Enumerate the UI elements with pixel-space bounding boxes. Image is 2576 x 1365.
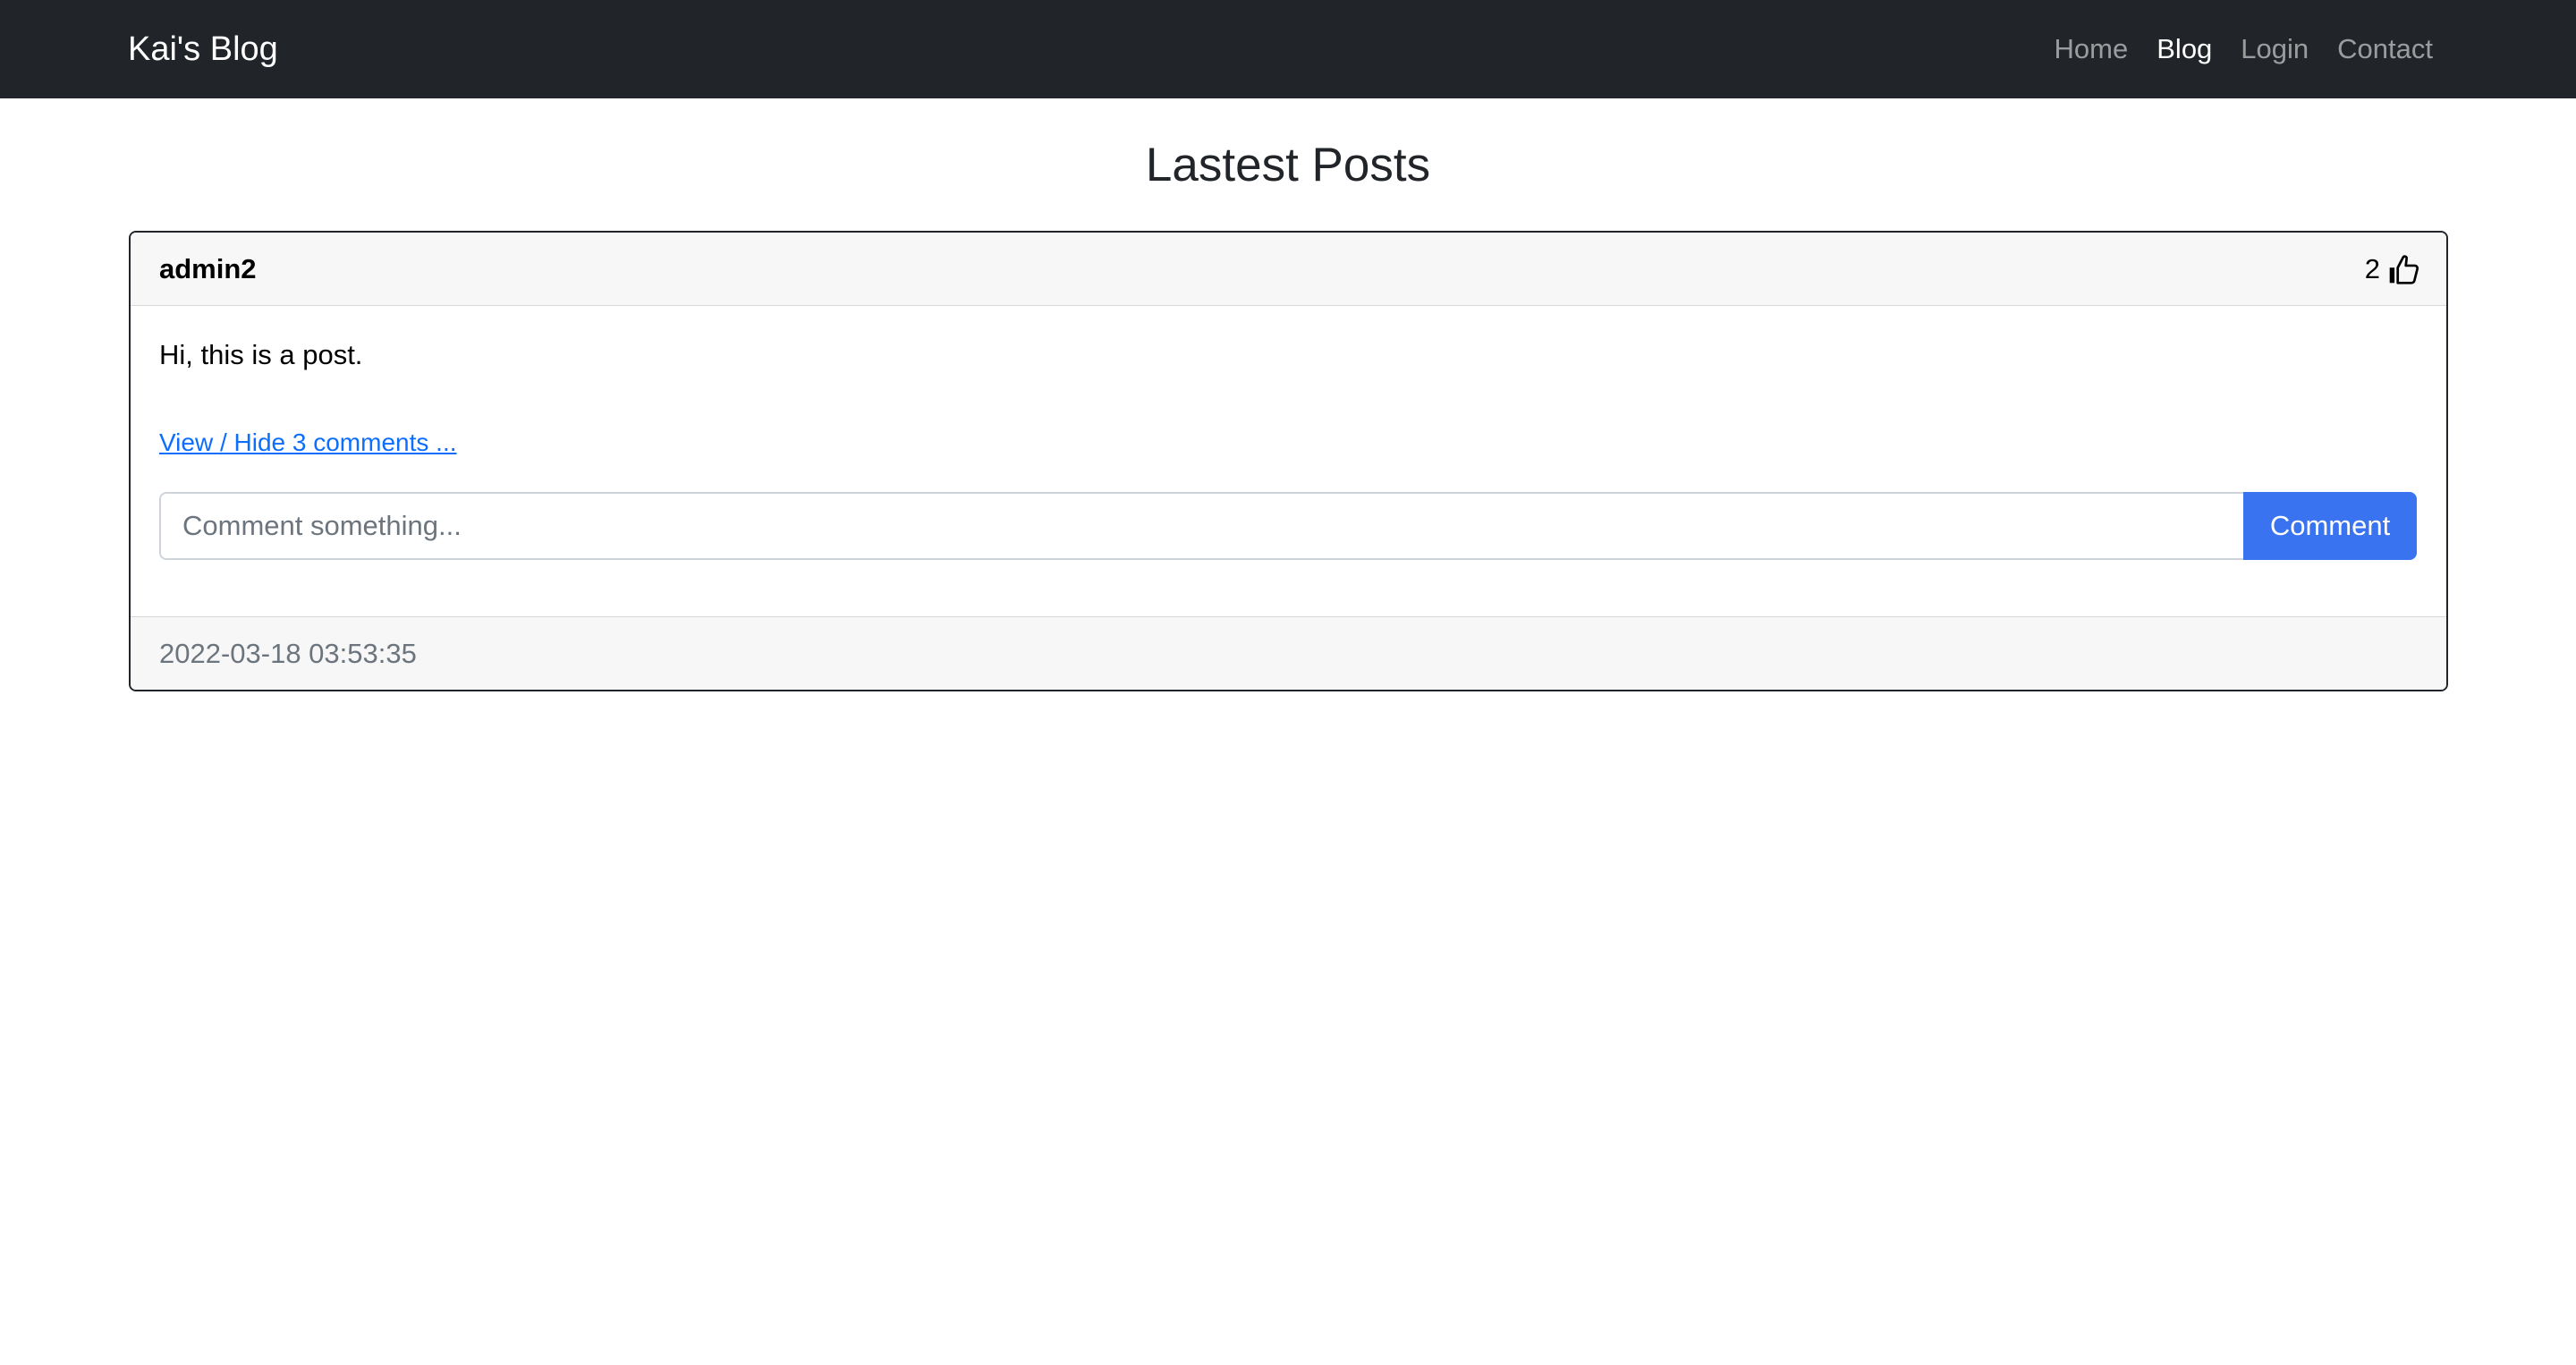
brand-link[interactable]: Kai's Blog bbox=[128, 27, 278, 72]
nav-link-blog[interactable]: Blog bbox=[2157, 33, 2212, 64]
like-count: 2 bbox=[2364, 253, 2380, 284]
top-navbar: Kai's Blog Home Blog Login Contact bbox=[0, 0, 2576, 98]
nav-link-contact[interactable]: Contact bbox=[2337, 33, 2433, 64]
post-card: admin2 2 Hi, this is a post. View / Hide… bbox=[129, 231, 2448, 691]
nav-link-login[interactable]: Login bbox=[2241, 33, 2309, 64]
post-author: admin2 bbox=[159, 253, 257, 284]
comment-input[interactable] bbox=[159, 492, 2243, 560]
nav-item-login: Login bbox=[2241, 27, 2309, 72]
post-card-header: admin2 2 bbox=[131, 233, 2446, 306]
post-body: Hi, this is a post. bbox=[159, 339, 363, 370]
post-card-footer: 2022-03-18 03:53:35 bbox=[131, 616, 2446, 690]
nav-item-contact: Contact bbox=[2337, 27, 2433, 72]
nav-link-home[interactable]: Home bbox=[2055, 33, 2129, 64]
like-button[interactable]: 2 bbox=[2365, 250, 2419, 288]
post-timestamp: 2022-03-18 03:53:35 bbox=[159, 638, 417, 669]
page-title: Lastest Posts bbox=[1145, 139, 1431, 191]
toggle-comments-link[interactable]: View / Hide 3 comments ... bbox=[159, 426, 457, 460]
nav-item-blog: Blog bbox=[2157, 27, 2212, 72]
comment-button[interactable]: Comment bbox=[2243, 492, 2417, 560]
thumbs-up-icon[interactable] bbox=[2387, 253, 2419, 285]
nav-menu: Home Blog Login Contact bbox=[2055, 27, 2433, 72]
comment-form: Comment bbox=[159, 492, 2417, 560]
nav-item-home: Home bbox=[2055, 27, 2129, 72]
